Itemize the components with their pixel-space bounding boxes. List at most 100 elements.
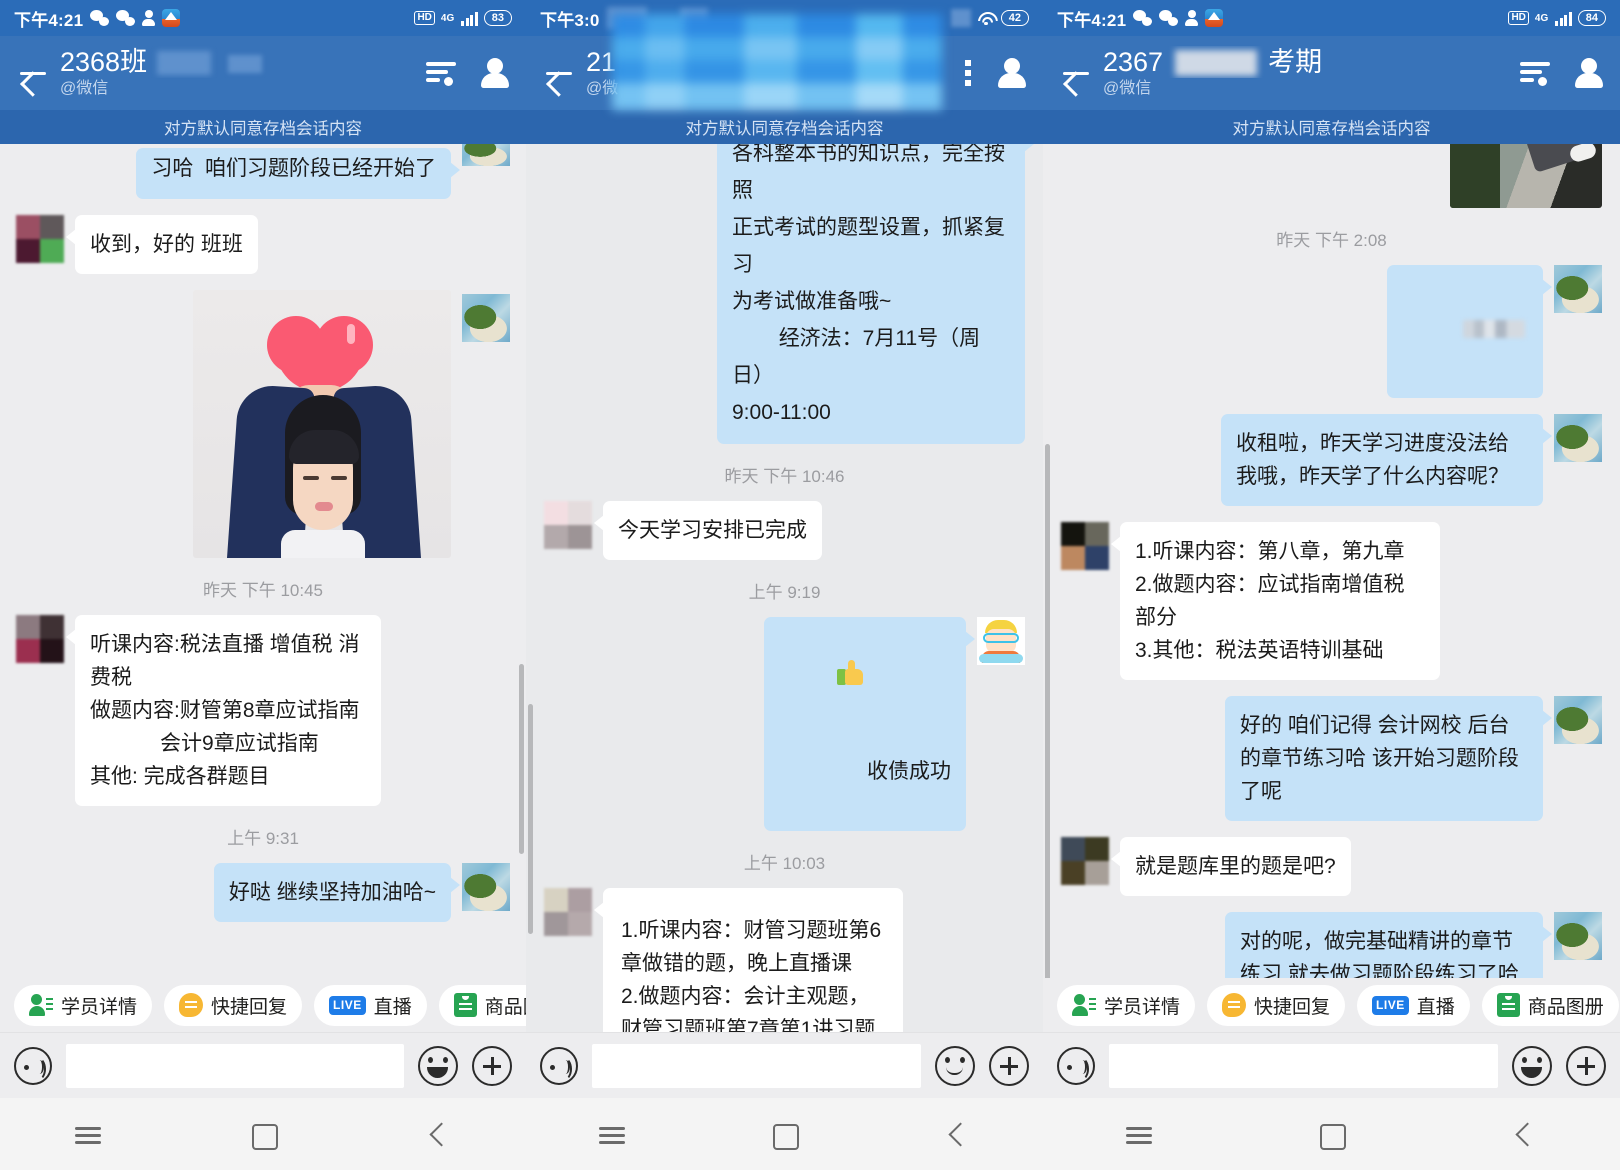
avatar[interactable] (1554, 912, 1602, 960)
chat-scrollbar[interactable] (519, 664, 524, 854)
avatar[interactable] (1554, 696, 1602, 744)
message-bubble-incoming[interactable]: 听课内容:税法直播 增值税 消费税 做题内容:财管第8章应试指南 会计9章应试指… (66, 615, 381, 806)
back-arrow-icon[interactable] (542, 56, 576, 90)
quick-action-live[interactable]: LIVE 直播 (1357, 984, 1470, 1026)
message-timestamp: 上午 9:19 (748, 583, 821, 602)
filter-icon[interactable] (1520, 60, 1550, 86)
message-input[interactable] (66, 1043, 404, 1088)
chat-scrollbar[interactable] (528, 704, 533, 934)
message-bubble-incoming[interactable]: 1.听课内容：财管习题班第6章做错的题，晚上直播课 2.做题内容：会计主观题，财… (594, 888, 903, 1032)
quick-action-product-album[interactable]: 商品图册 (1481, 984, 1619, 1026)
status-bar-1: 下午4:21 HD 4G 83 (0, 0, 526, 36)
avatar[interactable] (462, 863, 510, 911)
page-subtitle: @微信 (1103, 80, 1152, 97)
avatar[interactable] (977, 617, 1025, 665)
message-bubble-incoming[interactable]: 1.听课内容：第八章，第九章 2.做题内容：应试指南增值税部分 3.其他：税法英… (1111, 522, 1440, 680)
avatar[interactable] (16, 215, 64, 263)
message-row: 收租啦，昨天学习进度没法给我哦，昨天学了什么内容呢？ (1061, 414, 1602, 506)
voice-input-icon[interactable] (540, 1046, 578, 1085)
quick-action-student-details[interactable]: 学员详情 (14, 984, 153, 1026)
back-icon[interactable] (922, 1114, 992, 1154)
voice-input-icon[interactable] (1057, 1046, 1095, 1085)
message-input[interactable] (592, 1043, 921, 1088)
message-bubble-incoming[interactable]: 收到，好的 班班 (66, 215, 258, 274)
page-title-text: 2367 (1103, 47, 1164, 77)
message-bubble-outgoing[interactable]: 收债成功 (763, 617, 976, 831)
add-attachment-icon[interactable] (1566, 1045, 1606, 1086)
message-row: 听课内容:税法直播 增值税 消费税 做题内容:财管第8章应试指南 会计9章应试指… (16, 615, 510, 806)
emoji-icon[interactable] (1512, 1045, 1552, 1086)
contact-profile-icon[interactable] (997, 57, 1027, 89)
avatar[interactable] (544, 888, 592, 936)
avatar[interactable] (544, 501, 592, 549)
message-input[interactable] (1109, 1043, 1498, 1088)
chat-messages-2[interactable]: 各科整本书的知识点，完全按照 正式考试的题型设置，抓紧复习 为考试做准备哦~ 经… (526, 144, 1043, 1032)
voice-input-icon[interactable] (14, 1046, 52, 1085)
back-icon[interactable] (403, 1114, 473, 1154)
menu-icon[interactable] (577, 1114, 647, 1154)
back-arrow-icon[interactable] (16, 56, 50, 90)
message-bubble-outgoing[interactable] (1386, 265, 1553, 398)
message-bubble-outgoing[interactable]: 好哒 继续坚持加油哈~ (213, 863, 461, 922)
hd-badge: HD (1508, 11, 1529, 25)
avatar[interactable] (462, 294, 510, 342)
quick-action-student-details[interactable]: 学员详情 (1057, 984, 1196, 1026)
chat-scrollbar[interactable] (1045, 444, 1050, 978)
avatar[interactable] (1554, 265, 1602, 313)
avatar[interactable] (1554, 414, 1602, 462)
chat-screen-3: 下午4:21 HD 4G 84 2367 考期 @微信 对方默认同意存档会话内容… (1043, 0, 1620, 1170)
app-bar-actions-3 (1520, 57, 1604, 89)
message-row: 各科整本书的知识点，完全按照 正式考试的题型设置，抓紧复习 为考试做准备哦~ 经… (544, 144, 1034, 444)
avatar[interactable] (462, 144, 510, 166)
message-row: 就是题库里的题是吧? (1061, 837, 1602, 896)
back-icon[interactable] (1489, 1114, 1559, 1154)
chat-messages-3[interactable]: 昨天 下午 2:08 收租啦，昨天学习进度没法给我哦，昨天学了什么内容呢？ 1.… (1043, 144, 1620, 978)
message-bubble-outgoing[interactable]: 好的 咱们记得 会计网校 后台的章节练习哈 该开始习题阶段了呢 (1225, 696, 1552, 821)
filter-icon[interactable] (426, 60, 456, 86)
quick-action-quick-reply[interactable]: 快捷回复 (1207, 984, 1346, 1026)
add-attachment-icon[interactable] (989, 1045, 1029, 1086)
message-bubble-outgoing[interactable]: 对的呢，做完基础精讲的章节练习 就去做习题阶段练习了哈 (1225, 912, 1552, 978)
app-bar-actions-1 (426, 57, 510, 89)
home-icon[interactable] (228, 1114, 298, 1154)
message-bubble-outgoing[interactable]: 习哈 咱们习题阶段已经开始了 (136, 148, 460, 199)
menu-icon[interactable] (1104, 1114, 1174, 1154)
page-title-text: 2368班 (60, 47, 148, 77)
emoji-icon[interactable] (418, 1045, 458, 1086)
input-bar-3 (1043, 1032, 1620, 1098)
status-right-3: HD 4G 84 (1508, 10, 1606, 26)
message-row: 1.听课内容：财管习题班第6章做错的题，晚上直播课 2.做题内容：会计主观题，财… (544, 888, 1025, 1032)
message-bubble-incoming[interactable]: 今天学习安排已完成 (594, 501, 822, 560)
contact-profile-icon[interactable] (480, 57, 510, 89)
quick-action-product-album[interactable]: 商品图册 (438, 984, 526, 1026)
avatar[interactable] (16, 615, 64, 663)
message-bubble-outgoing[interactable]: 收租啦，昨天学习进度没法给我哦，昨天学了什么内容呢？ (1221, 414, 1552, 506)
home-icon[interactable] (749, 1114, 819, 1154)
message-row: 对的呢，做完基础精讲的章节练习 就去做习题阶段练习了哈 (1061, 912, 1602, 978)
avatar[interactable] (1061, 837, 1109, 885)
battery-level: 83 (483, 10, 512, 26)
overflow-menu-icon[interactable] (965, 58, 973, 88)
message-bubble-outgoing[interactable]: 各科整本书的知识点，完全按照 正式考试的题型设置，抓紧复习 为考试做准备哦~ 经… (717, 144, 1034, 444)
back-arrow-icon[interactable] (1059, 56, 1093, 90)
photo-message[interactable] (193, 290, 451, 558)
photo-message[interactable] (1450, 144, 1602, 208)
quick-action-quick-reply[interactable]: 快捷回复 (164, 984, 303, 1026)
status-mosaic-3 (950, 9, 971, 27)
message-row: 1.听课内容：第八章，第九章 2.做题内容：应试指南增值税部分 3.其他：税法英… (1061, 522, 1602, 680)
title-mosaic-2 (228, 55, 263, 73)
menu-icon[interactable] (53, 1114, 123, 1154)
chat-messages-1[interactable]: 习哈 咱们习题阶段已经开始了 收到，好的 班班 昨天 下午 10:45 听课内容… (0, 144, 526, 978)
archive-notice-bar-2: 对方默认同意存档会话内容 (526, 110, 1043, 144)
quick-action-bar-1: 学员详情 快捷回复 LIVE 直播 商品图册 (0, 978, 526, 1032)
contact-profile-icon[interactable] (1574, 57, 1604, 89)
home-icon[interactable] (1296, 1114, 1366, 1154)
quick-action-live[interactable]: LIVE 直播 (314, 984, 427, 1026)
emoji-icon[interactable] (935, 1045, 975, 1086)
battery-level: 42 (1000, 10, 1029, 26)
message-bubble-incoming[interactable]: 就是题库里的题是吧? (1111, 837, 1351, 896)
app-bar-1: 2368班 @微信 (0, 36, 526, 110)
add-attachment-icon[interactable] (472, 1045, 512, 1086)
signal-icon (461, 11, 478, 26)
avatar[interactable] (1061, 522, 1109, 570)
